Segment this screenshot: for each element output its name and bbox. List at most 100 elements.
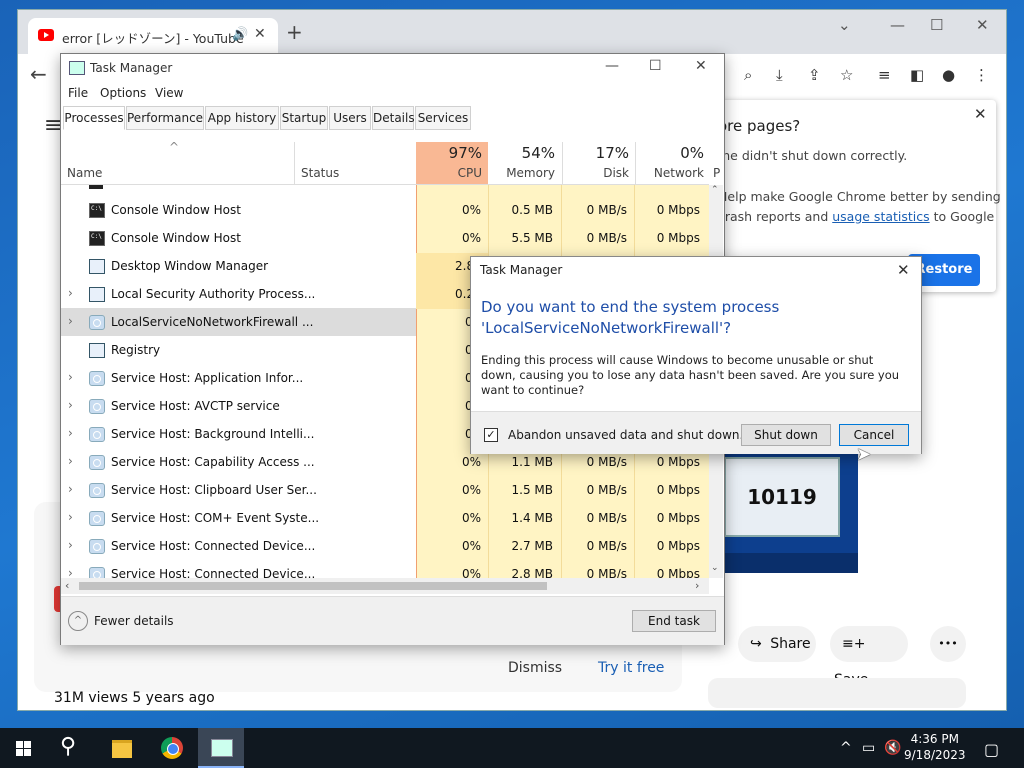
table-row[interactable]: Console Window Host 0% 0.5 MB 0 MB/s 0 M…: [61, 196, 707, 224]
search-icon[interactable]: ⌕: [744, 66, 752, 84]
expand-chevron-icon[interactable]: ›: [68, 398, 73, 412]
close-icon[interactable]: ✕: [897, 261, 910, 279]
table-row[interactable]: › Service Host: Clipboard User Ser... 0%…: [61, 476, 707, 504]
menu-file[interactable]: File: [68, 86, 88, 100]
bubble-line3: crash reports and usage statistics to Go…: [718, 209, 994, 224]
end-task-button[interactable]: End task: [632, 610, 716, 632]
thumbnail-text: 10119: [747, 485, 817, 509]
menu-icon[interactable]: ⋮: [974, 66, 989, 84]
process-name: LocalServiceNoNetworkFirewall ...: [111, 315, 314, 329]
close-bubble-icon[interactable]: ✕: [974, 105, 987, 123]
column-memory[interactable]: 54% Memory: [489, 142, 561, 184]
scroll-thumb[interactable]: [79, 582, 547, 590]
collapse-chevron-icon[interactable]: ^: [68, 611, 88, 631]
expand-chevron-icon[interactable]: ›: [68, 566, 73, 578]
taskbar-chrome[interactable]: [150, 728, 194, 768]
expand-chevron-icon[interactable]: ›: [68, 370, 73, 384]
column-disk[interactable]: 17% Disk: [562, 142, 635, 184]
table-row-selected[interactable]: › LocalServiceNoNetworkFirewall ...: [61, 308, 416, 336]
table-row[interactable]: Console Window Host 0% 5.5 MB 0 MB/s 0 M…: [61, 224, 707, 252]
speaker-icon[interactable]: 🔊: [232, 27, 248, 42]
table-row[interactable]: › Service Host: COM+ Event Syste... 0% 1…: [61, 504, 707, 532]
start-button[interactable]: [0, 728, 48, 768]
media-icon[interactable]: ≡: [878, 66, 891, 84]
usage-statistics-link[interactable]: usage statistics: [832, 209, 929, 224]
tab-app-history[interactable]: App history: [205, 106, 279, 130]
dialog-footer: ✓ Abandon unsaved data and shut down. Sh…: [471, 411, 921, 454]
close-tab-icon[interactable]: ✕: [254, 26, 266, 42]
expand-chevron-icon[interactable]: ›: [68, 482, 73, 496]
expand-chevron-icon[interactable]: ›: [68, 426, 73, 440]
cancel-button[interactable]: Cancel: [839, 424, 909, 446]
menu-view[interactable]: View: [155, 86, 183, 100]
sidebar-icon[interactable]: ◧: [910, 66, 924, 84]
expand-chevron-icon[interactable]: ›: [68, 454, 73, 468]
abandon-checkbox[interactable]: ✓: [484, 428, 498, 442]
menu-options[interactable]: Options: [100, 86, 146, 100]
search-icon[interactable]: ⚲: [60, 734, 76, 759]
dialog-title: Task Manager: [480, 263, 563, 277]
memory-value: 2.8 MB: [511, 567, 553, 578]
column-network[interactable]: 0% Network: [635, 142, 710, 184]
table-row[interactable]: › Service Host: Connected Device... 0% 2…: [61, 560, 707, 578]
share-icon[interactable]: ⇪: [808, 66, 821, 84]
star-icon[interactable]: ☆: [840, 66, 853, 84]
network-icon[interactable]: ▭: [862, 740, 875, 756]
scroll-up-icon[interactable]: ⌃: [711, 185, 719, 195]
tab-startup[interactable]: Startup: [280, 106, 328, 130]
dismiss-button[interactable]: Dismiss: [508, 660, 562, 676]
scroll-down-icon[interactable]: ⌄: [711, 563, 719, 573]
close-window-icon[interactable]: ✕: [976, 16, 989, 34]
shut-down-button[interactable]: Shut down: [741, 424, 831, 446]
new-tab-icon[interactable]: +: [286, 22, 303, 42]
process-name: Console Window Host: [111, 231, 241, 245]
sort-arrow-icon[interactable]: ^: [169, 140, 179, 154]
mouse-cursor-icon: ➤: [856, 444, 872, 465]
taskbar-task-manager[interactable]: [198, 728, 244, 768]
process-name: Service Host: AVCTP service: [111, 399, 280, 413]
download-icon[interactable]: ⤓: [776, 66, 783, 84]
back-icon[interactable]: ←: [30, 62, 47, 86]
more-actions-button[interactable]: •••: [930, 626, 966, 662]
column-status[interactable]: Status: [301, 166, 339, 180]
expand-chevron-icon[interactable]: ›: [68, 538, 73, 552]
column-name[interactable]: Name: [67, 166, 102, 180]
expand-chevron-icon[interactable]: ›: [68, 314, 73, 328]
column-cpu[interactable]: 97% CPU: [416, 142, 488, 184]
browser-tab-youtube[interactable]: error [レッドゾーン] - YouTube 🔊 ✕: [28, 18, 278, 54]
maximize-icon[interactable]: ☐: [930, 16, 943, 34]
cpu-value: 0%: [461, 511, 481, 525]
tab-processes[interactable]: Processes: [63, 106, 125, 130]
column-power[interactable]: P: [713, 166, 720, 180]
share-button[interactable]: ↪ Share: [738, 626, 816, 662]
scroll-left-icon[interactable]: ‹: [65, 579, 69, 592]
checkbox-label[interactable]: Abandon unsaved data and shut down.: [508, 428, 743, 442]
expand-chevron-icon[interactable]: ›: [68, 286, 73, 300]
tab-strip: error [レッドゾーン] - YouTube 🔊 ✕ + ⌄ — ☐ ✕: [18, 10, 1006, 54]
close-icon[interactable]: ✕: [695, 58, 707, 74]
scroll-right-icon[interactable]: ›: [695, 579, 699, 592]
notifications-icon[interactable]: ▢: [984, 740, 999, 759]
minimize-icon[interactable]: —: [890, 16, 905, 34]
clock[interactable]: 4:36 PM 9/18/2023: [904, 731, 966, 763]
minimize-icon[interactable]: —: [605, 58, 619, 74]
maximize-icon[interactable]: ☐: [649, 58, 662, 74]
volume-muted-icon[interactable]: 🔇: [884, 740, 901, 756]
tab-users[interactable]: Users: [329, 106, 371, 130]
tab-search-icon[interactable]: ⌄: [838, 16, 851, 34]
video-thumbnail[interactable]: 10119: [706, 445, 858, 573]
windows-logo-part: [24, 741, 31, 748]
tab-details[interactable]: Details: [372, 106, 415, 130]
chevron-up-icon[interactable]: ^: [840, 740, 852, 756]
tab-services[interactable]: Services: [415, 106, 471, 130]
table-row[interactable]: › Service Host: Connected Device... 0% 2…: [61, 532, 707, 560]
save-button[interactable]: ≡+ Save: [830, 626, 908, 688]
try-free-button[interactable]: Try it free: [598, 660, 664, 676]
tab-performance[interactable]: Performance: [126, 106, 204, 130]
taskbar-file-explorer[interactable]: [100, 728, 144, 768]
profile-icon[interactable]: ●: [942, 66, 955, 84]
horizontal-scrollbar[interactable]: ‹ ›: [61, 578, 709, 594]
window-app-icon: [89, 343, 105, 358]
expand-chevron-icon[interactable]: ›: [68, 510, 73, 524]
fewer-details-link[interactable]: Fewer details: [94, 614, 174, 628]
